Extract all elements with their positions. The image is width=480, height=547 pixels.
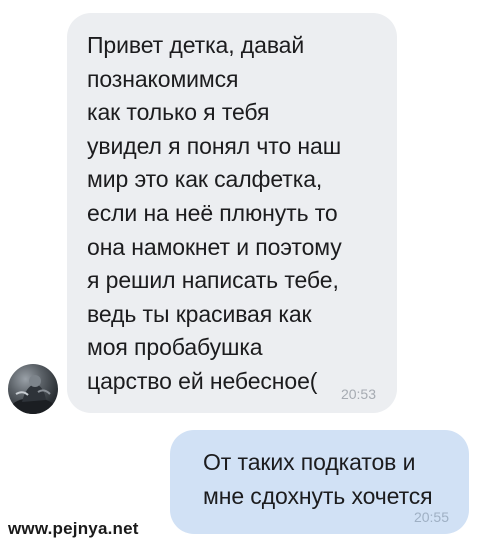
message-line: она намокнет и поэтому — [87, 233, 342, 260]
incoming-message-time: 20:53 — [340, 386, 376, 402]
incoming-message-bubble[interactable]: Привет детка, давай познакомимся как тол… — [67, 13, 397, 413]
incoming-message-text: Привет детка, давай познакомимся как тол… — [87, 29, 392, 399]
chat-view: Привет детка, давай познакомимся как тол… — [0, 0, 480, 547]
message-line: мир это как салфетка, — [87, 166, 323, 193]
message-line: как только я тебя — [87, 99, 270, 126]
sender-avatar[interactable] — [8, 364, 58, 414]
message-line: познакомимся — [87, 65, 239, 92]
message-line: я решил написать тебе, — [87, 267, 339, 294]
outgoing-message-text: От таких подкатов и мне сдохнуть хочется — [203, 446, 463, 513]
watermark: www.pejnya.net — [8, 519, 139, 538]
outgoing-message-bubble[interactable]: От таких подкатов и мне сдохнуть хочется… — [170, 430, 469, 534]
message-line: увидел я понял что наш — [87, 132, 342, 159]
outgoing-message-time: 20:55 — [413, 509, 449, 525]
message-line: если на неё плюнуть то — [87, 199, 338, 226]
message-line: моя пробабушка — [87, 334, 263, 361]
message-line: От таких подкатов и — [203, 449, 416, 475]
message-line: Привет детка, давай — [87, 32, 305, 58]
message-line: ведь ты красивая как — [87, 300, 312, 327]
